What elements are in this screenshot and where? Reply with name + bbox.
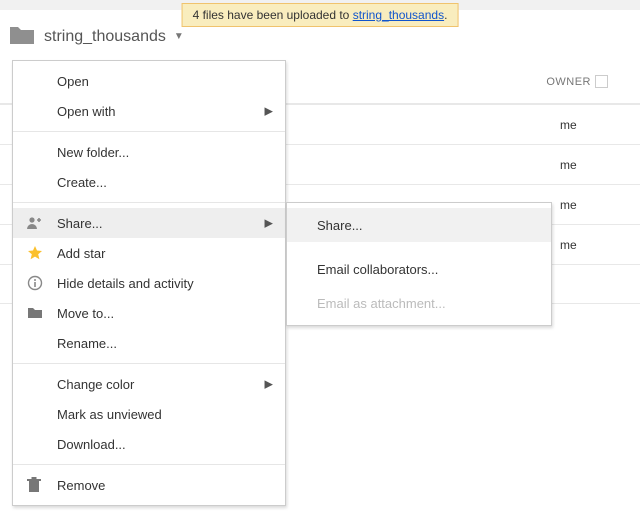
upload-notification: 4 files have been uploaded to string_tho… bbox=[182, 3, 459, 27]
menu-add-star[interactable]: Add star bbox=[13, 238, 285, 268]
star-icon bbox=[27, 245, 43, 261]
menu-change-color[interactable]: Change color▶ bbox=[13, 369, 285, 399]
owner-cell: me bbox=[560, 238, 600, 252]
chevron-right-icon: ▶ bbox=[265, 105, 273, 118]
menu-create[interactable]: Create... bbox=[13, 167, 285, 197]
breadcrumb-folder-name: string_thousands bbox=[44, 28, 166, 46]
menu-share[interactable]: Share...▶ bbox=[13, 208, 285, 238]
context-menu: Open Open with▶ New folder... Create... … bbox=[12, 60, 286, 506]
menu-rename[interactable]: Rename... bbox=[13, 328, 285, 358]
menu-divider bbox=[13, 202, 285, 203]
menu-mark-unviewed[interactable]: Mark as unviewed bbox=[13, 399, 285, 429]
menu-remove[interactable]: Remove bbox=[13, 470, 285, 500]
submenu-share[interactable]: Share... bbox=[287, 208, 551, 242]
folder-icon bbox=[27, 306, 43, 320]
submenu-email-collaborators[interactable]: Email collaborators... bbox=[287, 252, 551, 286]
menu-open-with[interactable]: Open with▶ bbox=[13, 96, 285, 126]
notification-link[interactable]: string_thousands bbox=[353, 8, 444, 22]
share-submenu: Share... Email collaborators... Email as… bbox=[286, 202, 552, 326]
chevron-right-icon: ▶ bbox=[265, 217, 273, 230]
folder-icon bbox=[8, 24, 36, 49]
owner-column-header[interactable]: OWNER bbox=[546, 75, 608, 88]
menu-divider bbox=[13, 131, 285, 132]
menu-new-folder[interactable]: New folder... bbox=[13, 137, 285, 167]
owner-cell: me bbox=[560, 118, 600, 132]
notification-prefix: 4 files have been uploaded to bbox=[193, 8, 353, 22]
owner-cell: me bbox=[560, 198, 600, 212]
menu-move-to[interactable]: Move to... bbox=[13, 298, 285, 328]
share-icon bbox=[27, 216, 43, 230]
menu-download[interactable]: Download... bbox=[13, 429, 285, 459]
menu-hide-details[interactable]: Hide details and activity bbox=[13, 268, 285, 298]
trash-icon bbox=[27, 477, 41, 493]
menu-divider bbox=[13, 363, 285, 364]
submenu-email-attachment: Email as attachment... bbox=[287, 286, 551, 320]
chevron-right-icon: ▶ bbox=[265, 378, 273, 391]
owner-cell: me bbox=[560, 158, 600, 172]
menu-divider bbox=[13, 464, 285, 465]
spacer bbox=[287, 242, 551, 252]
notification-suffix: . bbox=[444, 8, 447, 22]
menu-open[interactable]: Open bbox=[13, 66, 285, 96]
chevron-down-icon: ▼ bbox=[174, 31, 184, 42]
sort-icon bbox=[595, 75, 608, 88]
info-icon bbox=[27, 275, 43, 291]
